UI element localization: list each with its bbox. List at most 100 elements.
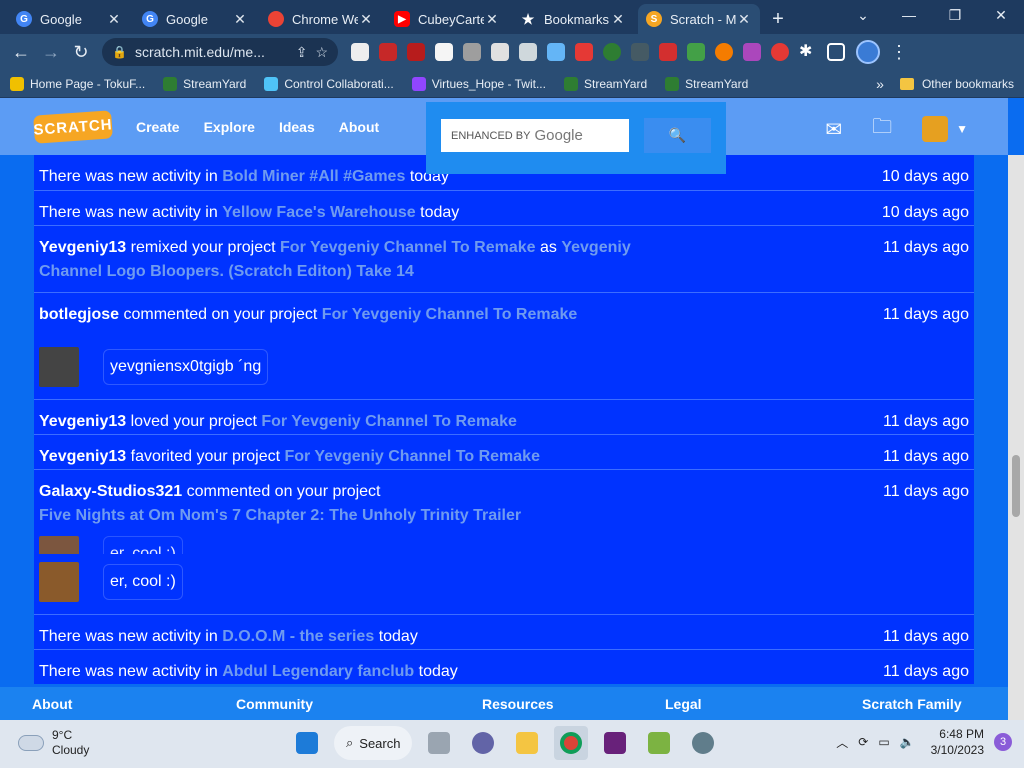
project-link[interactable]: For Yevgeniy Channel To Remake [284,448,540,465]
bookmark-item[interactable]: StreamYard [563,76,647,91]
notification-badge[interactable]: 3 [994,733,1012,751]
nav-ideas[interactable]: Ideas [279,119,315,135]
extension-icon[interactable] [715,43,733,61]
weather-widget[interactable]: 9°C Cloudy [18,728,89,758]
clock[interactable]: 6:48 PM 3/10/2023 [931,726,984,758]
extension-icon[interactable] [519,43,537,61]
chrome-icon[interactable] [554,726,589,760]
back-icon[interactable]: ← [6,37,36,67]
user-link[interactable]: Yevgeniy13 [39,413,126,430]
search-button[interactable]: 🔍 [644,118,711,153]
side-panel-icon[interactable] [827,43,845,61]
chevron-up-icon[interactable]: ︿ [836,734,848,751]
project-link[interactable]: For Yevgeniy Channel To Remake [322,306,578,323]
visual-studio-icon[interactable] [598,726,632,760]
extension-icon[interactable] [575,43,593,61]
user-link[interactable]: botlegjose [39,306,119,323]
project-link[interactable]: For Yevgeniy Channel To Remake [261,413,517,430]
footer-about[interactable]: About [32,696,72,712]
share-icon[interactable]: ⇪ [296,44,308,61]
volume-icon[interactable]: 🔈 [900,735,915,749]
project-link[interactable]: For Yevgeniy Channel To Remake [280,239,536,256]
scratch-logo[interactable]: SCRATCH [33,109,113,144]
tab-chrome-webstore[interactable]: Chrome We ✕ [260,4,382,34]
footer-resources[interactable]: Resources [482,696,554,712]
extension-icon[interactable] [687,43,705,61]
scrollbar-thumb[interactable] [1012,455,1020,517]
task-view-icon[interactable] [422,726,456,760]
extension-icon[interactable] [659,43,677,61]
project-link[interactable]: Five Nights at Om Nom's 7 Chapter 2: The… [39,507,521,524]
studio-link[interactable]: Bold Miner #All #Games [222,168,405,185]
footer-community[interactable]: Community [236,696,313,712]
file-explorer-icon[interactable] [510,726,544,760]
extension-icon[interactable] [771,43,789,61]
footer-legal[interactable]: Legal [665,696,702,712]
menu-icon[interactable]: ⋮ [890,42,908,63]
bookmark-item[interactable]: StreamYard [163,76,246,91]
extension-icon[interactable] [743,43,761,61]
nav-explore[interactable]: Explore [204,119,255,135]
comment-preview[interactable]: er, cool :) [39,554,969,614]
studio-link[interactable]: Yellow Face's Warehouse [222,204,416,221]
messages-icon[interactable]: ✉ [825,117,842,142]
extension-icon[interactable] [351,43,369,61]
bookmark-star-icon[interactable]: ☆ [315,44,328,61]
my-stuff-folder-icon[interactable]: 🗀 [872,112,892,146]
reload-icon[interactable]: ↻ [66,37,96,67]
extension-icon[interactable] [491,43,509,61]
page-scrollbar[interactable] [1008,155,1024,720]
extension-icon[interactable] [407,43,425,61]
avatar[interactable] [39,347,79,387]
close-icon[interactable]: ✕ [358,11,374,28]
user-link[interactable]: Yevgeniy13 [39,448,126,465]
extension-icon[interactable] [603,43,621,61]
studio-link[interactable]: D.O.O.M - the series [222,628,374,645]
profile-avatar[interactable] [856,40,880,64]
tab-scratch[interactable]: S Scratch - M ✕ [638,4,760,34]
minimize-icon[interactable]: — [886,0,932,30]
network-icon[interactable]: ▭ [878,735,889,749]
extension-icon[interactable] [631,43,649,61]
extension-icon[interactable] [463,43,481,61]
avatar[interactable] [39,562,79,602]
tab-search-icon[interactable]: ⌄ [840,0,886,30]
close-window-icon[interactable]: ✕ [978,0,1024,30]
account-menu[interactable]: ▼ [922,116,968,142]
user-link[interactable]: Yevgeniy13 [39,239,126,256]
bookmarks-overflow-icon[interactable]: » [876,76,884,92]
close-icon[interactable]: ✕ [610,11,626,28]
new-tab-button[interactable]: + [764,4,792,34]
taskbar-search[interactable]: ⌕ Search [334,726,413,760]
other-bookmarks[interactable]: Other bookmarks [899,77,1014,91]
tab-youtube[interactable]: ▶ CubeyCarte ✕ [386,4,508,34]
user-link[interactable]: Galaxy-Studios321 [39,483,182,500]
settings-gear-icon[interactable] [686,726,720,760]
start-icon[interactable] [290,726,324,760]
extension-icon[interactable] [547,43,565,61]
tab-bookmarks[interactable]: ★ Bookmarks ✕ [512,4,634,34]
nav-about[interactable]: About [339,119,379,135]
forward-icon[interactable]: → [36,37,66,67]
footer-scratch-family[interactable]: Scratch Family [862,696,962,712]
bookmark-item[interactable]: Home Page - TokuF... [10,76,145,91]
extension-icon[interactable] [435,43,453,61]
restore-icon[interactable]: ❐ [932,0,978,30]
tab-google-1[interactable]: G Google ✕ [8,4,130,34]
comment-preview[interactable]: yevgniensx0tgigb ´ng [39,327,969,399]
bookmark-item[interactable]: Control Collaborati... [264,76,394,91]
close-icon[interactable]: ✕ [484,11,500,28]
game-icon[interactable] [642,726,676,760]
google-search-input[interactable]: ENHANCED BY Google [441,119,629,152]
bookmark-item[interactable]: StreamYard [665,76,748,91]
close-icon[interactable]: ✕ [232,11,248,28]
extension-icon[interactable] [379,43,397,61]
tab-google-2[interactable]: G Google ✕ [134,4,256,34]
close-icon[interactable]: ✕ [736,11,752,28]
close-icon[interactable]: ✕ [106,11,122,28]
chat-icon[interactable] [466,726,500,760]
nav-create[interactable]: Create [136,119,180,135]
bookmark-item[interactable]: Virtues_Hope - Twit... [411,76,546,91]
puzzle-icon[interactable]: ✱ [799,43,817,61]
studio-link[interactable]: Abdul Legendary fanclub [222,663,414,680]
